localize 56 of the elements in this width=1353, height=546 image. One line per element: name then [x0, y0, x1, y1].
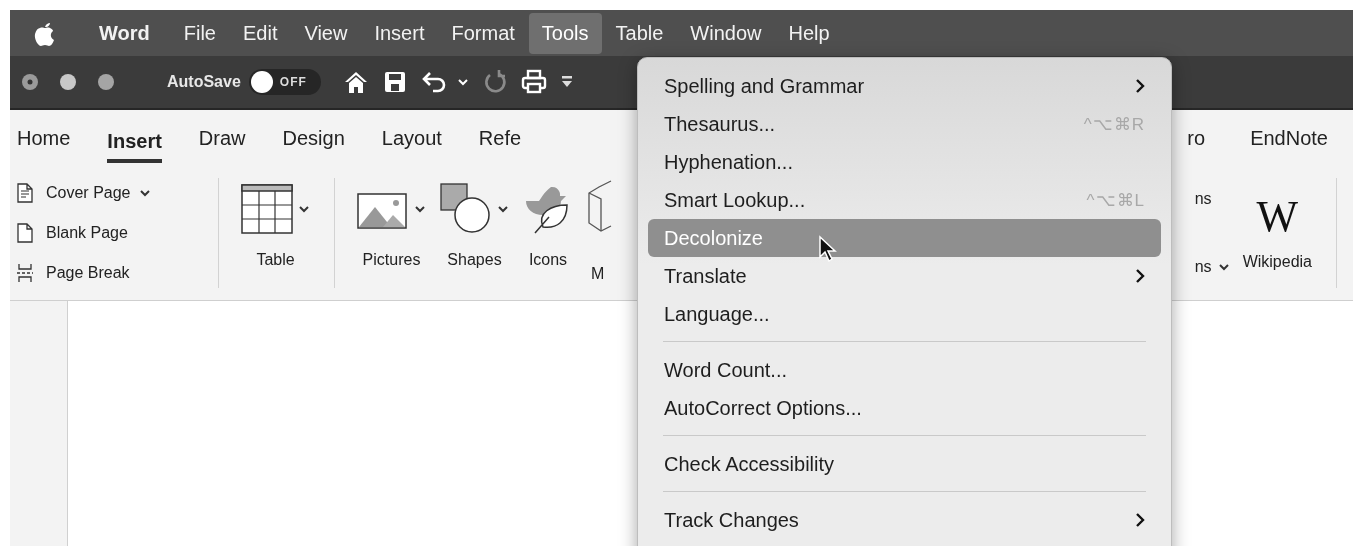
- ribbon-command[interactable]: M: [591, 265, 605, 287]
- ribbon-command[interactable]: Wikipedia: [1242, 253, 1312, 271]
- ribbon-command[interactable]: Page Break: [46, 264, 130, 282]
- close-window-button[interactable]: [21, 73, 39, 91]
- menu-bar-item[interactable]: Help: [775, 12, 843, 54]
- save-icon[interactable]: [382, 70, 407, 94]
- minimize-window-button[interactable]: [59, 73, 77, 91]
- ribbon-tab[interactable]: EndNote: [1250, 120, 1328, 156]
- menu-item[interactable]: Word Count...: [638, 351, 1171, 389]
- menu-bar-item[interactable]: Tools: [528, 12, 602, 54]
- keyboard-shortcut: ^⌥⌘L: [1086, 189, 1145, 211]
- ribbon-command[interactable]: Table: [256, 251, 295, 287]
- ribbon-command[interactable]: ns: [1194, 258, 1212, 276]
- ribbon-command[interactable]: Pictures: [362, 251, 421, 287]
- menu-item[interactable]: Check Accessibility: [638, 445, 1171, 483]
- ribbon-command[interactable]: ns: [1194, 190, 1212, 208]
- menu-bar-item[interactable]: View: [291, 12, 361, 54]
- print-icon[interactable]: [520, 69, 547, 95]
- document-icon: [16, 183, 34, 203]
- menu-bar-item[interactable]: Edit: [229, 12, 291, 54]
- mouse-pointer-icon: [818, 235, 838, 263]
- ribbon-command[interactable]: Blank Page: [46, 224, 128, 242]
- autosave-toggle[interactable]: OFF: [248, 69, 321, 95]
- menu-item[interactable]: Track Changes: [638, 501, 1171, 539]
- ribbon-tab[interactable]: ro: [1187, 120, 1206, 156]
- ribbon-tab[interactable]: Refe: [478, 120, 522, 156]
- menu-item[interactable]: Smart Lookup... ^⌥⌘L: [638, 181, 1171, 219]
- table-icon: [241, 184, 293, 234]
- menu-bar-item[interactable]: File: [170, 12, 229, 54]
- menu-bar-item[interactable]: Word: [86, 12, 163, 54]
- menu-item[interactable]: Language...: [638, 295, 1171, 333]
- apple-icon: [34, 20, 56, 46]
- zoom-window-button[interactable]: [97, 73, 115, 91]
- page-break-icon: [16, 263, 34, 283]
- redo-icon[interactable]: [482, 69, 507, 95]
- menu-item[interactable]: Hyphenation...: [638, 143, 1171, 181]
- menu-bar-item[interactable]: Table: [602, 12, 677, 54]
- menu-item[interactable]: Spelling and Grammar: [638, 67, 1171, 105]
- ribbon-tab[interactable]: Design: [282, 120, 345, 156]
- autosave-label: AutoSave: [167, 73, 241, 91]
- ribbon-tab[interactable]: Home: [17, 120, 71, 156]
- caret-icon[interactable]: [456, 77, 469, 87]
- blank-page-icon: [16, 223, 34, 243]
- ribbon-tab[interactable]: Draw: [198, 120, 246, 156]
- ribbon-tab[interactable]: Insert: [107, 123, 162, 163]
- ribbon-command[interactable]: Cover Page: [46, 184, 131, 202]
- menu-bar-item[interactable]: Window: [677, 12, 775, 54]
- menu-bar-item[interactable]: Format: [438, 12, 528, 54]
- menu-item[interactable]: Translate: [638, 257, 1171, 295]
- menu-item[interactable]: AutoCorrect Options...: [638, 389, 1171, 427]
- shapes-icon: [440, 183, 492, 235]
- wikipedia-logo[interactable]: W: [1256, 195, 1299, 239]
- ribbon-command[interactable]: Shapes: [447, 251, 502, 287]
- ribbon-tab[interactable]: Layout: [381, 120, 442, 156]
- menu-bar-item[interactable]: Insert: [361, 12, 438, 54]
- ribbon-command[interactable]: Icons: [528, 251, 568, 287]
